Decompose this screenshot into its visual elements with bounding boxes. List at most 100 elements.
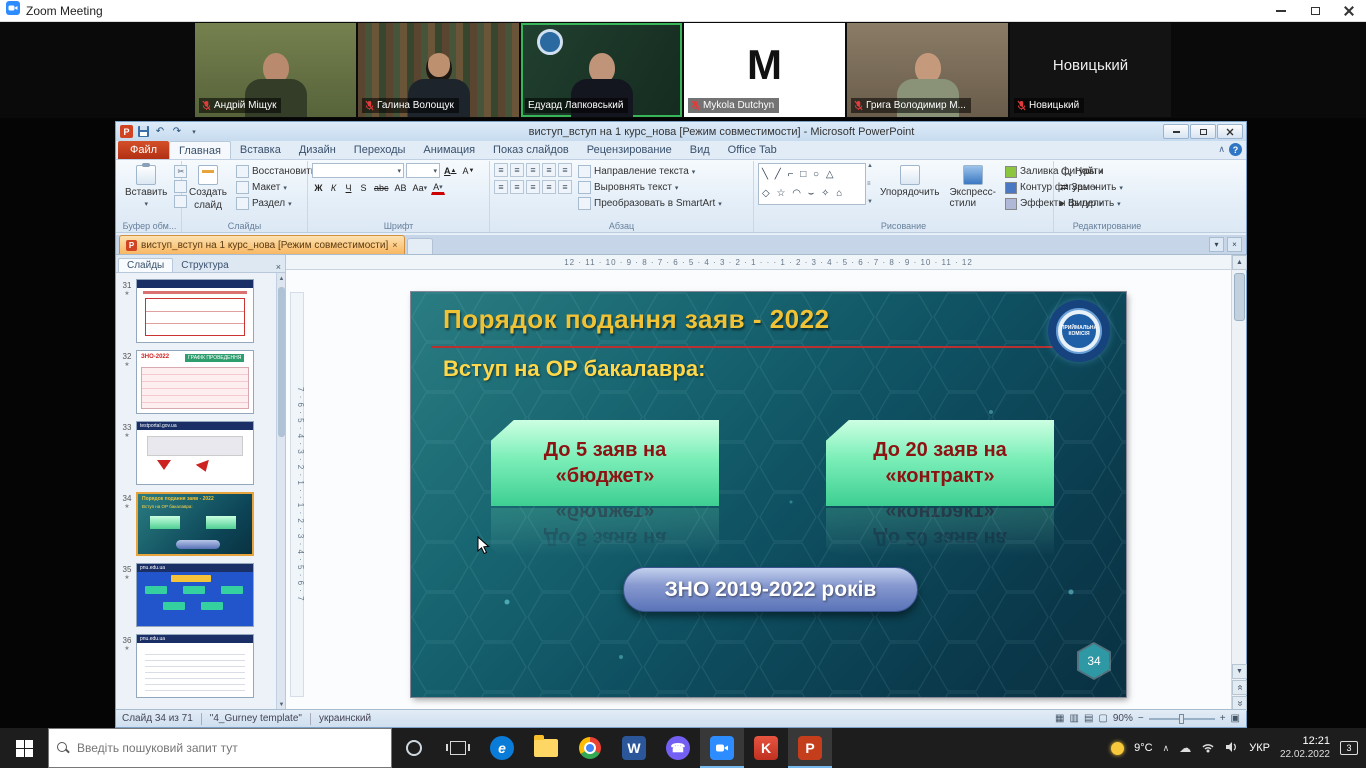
doc-tabbar-menu-icon[interactable]: ▾ [1209,237,1224,252]
shadow-button[interactable]: S [357,181,370,195]
redo-button[interactable]: ↷ [170,125,184,139]
help-icon[interactable]: ? [1229,143,1242,156]
layout-button[interactable]: Макет▾ [234,180,318,195]
group-label[interactable]: Абзац [494,220,749,232]
edge-taskbar-icon[interactable]: e [480,728,524,768]
chrome-taskbar-icon[interactable] [568,728,612,768]
powerpoint-taskbar-icon[interactable]: P [788,728,832,768]
bold-button[interactable]: Ж [312,181,325,195]
kmplayer-taskbar-icon[interactable]: K [744,728,788,768]
slide-counter[interactable]: Слайд 34 из 71 [122,713,193,724]
italic-button[interactable]: К [327,181,340,195]
underline-button[interactable]: Ч [342,181,355,195]
tab-insert[interactable]: Вставка [231,141,290,159]
group-label[interactable]: Буфер обм... [122,220,177,232]
doc-tabbar-close-icon[interactable]: × [1227,237,1242,252]
search-input[interactable] [77,741,383,755]
zoom-slider[interactable] [1149,718,1215,720]
panel-scroll-up-icon[interactable]: ▲ [277,273,286,285]
close-button[interactable] [1332,0,1366,22]
ppt-restore-button[interactable] [1190,124,1216,139]
previous-slide-button[interactable]: « [1232,680,1247,695]
zno-years-pill[interactable]: ЗНО 2019-2022 років [623,567,918,612]
slide-subtitle[interactable]: Вступ на ОР бакалавра: [443,356,705,382]
hidden-icons-chevron[interactable]: ∧ [1163,743,1170,754]
save-button[interactable] [136,125,150,139]
scroll-up-button[interactable]: ▲ [1232,255,1247,270]
panel-tab-slides[interactable]: Слайды [118,258,173,272]
panel-scroll-thumb[interactable] [278,287,285,437]
slide-thumbnail-31[interactable] [136,279,254,343]
strikethrough-button[interactable]: abc [372,181,391,195]
language-indicator[interactable]: украинский [319,713,371,724]
tab-office-tab[interactable]: Office Tab [719,141,786,159]
new-document-tab[interactable] [407,238,433,254]
columns-icon[interactable]: ≡ [558,180,572,194]
convert-smartart-button[interactable]: Преобразовать в SmartArt▾ [576,196,724,211]
font-color-button[interactable]: А▾ [431,181,445,195]
slideshow-view-icon[interactable]: ▢ [1098,713,1107,724]
maximize-button[interactable] [1298,0,1332,22]
participant-tile[interactable]: Галина Волощук [358,23,519,117]
vertical-scrollbar[interactable]: ▲ ▼ « » [1231,255,1246,711]
numbering-icon[interactable]: ≡ [510,163,524,177]
budget-applications-box[interactable]: До 5 заяв на «бюджет» [491,420,719,506]
word-taskbar-icon[interactable]: W [612,728,656,768]
shapes-gallery-scroll[interactable]: ▲≡▼ [867,163,873,205]
qat-dropdown-icon[interactable]: ▾ [187,125,201,139]
tab-file[interactable]: Файл [118,141,169,159]
restore-button[interactable]: Восстановить [234,164,318,179]
slide-sorter-view-icon[interactable]: ▥ [1069,713,1078,724]
group-label[interactable]: Слайды [186,220,303,232]
group-label[interactable]: Редактирование [1058,220,1156,232]
participant-tile[interactable]: Андрій Міщук [195,23,356,117]
slide-thumbnail-35[interactable]: pnu.edu.ua [136,563,254,627]
document-tab[interactable]: P виступ_вступ на 1 курс_нова [Режим сов… [119,235,405,254]
taskbar-clock[interactable]: 12:21 22.02.2022 [1280,735,1330,761]
normal-view-icon[interactable]: ▦ [1055,713,1064,724]
shapes-gallery[interactable]: ╲ ╱ ⌐ □ ○ △ ◇ ☆ ◠ ⌣ ✧ ⌂ [758,163,866,205]
language-indicator[interactable]: УКР [1249,742,1270,754]
arrange-button[interactable]: Упорядочить [877,163,943,200]
tab-transitions[interactable]: Переходы [345,141,415,159]
scroll-thumb[interactable] [1234,273,1245,321]
align-text-button[interactable]: Выровнять текст▾ [576,180,724,195]
slide-thumbnail-36[interactable]: pnu.edu.ua [136,634,254,698]
ppt-minimize-button[interactable] [1163,124,1189,139]
paste-dropdown-icon[interactable]: ▾ [144,200,148,208]
file-explorer-taskbar-icon[interactable] [524,728,568,768]
panel-tab-outline[interactable]: Структура [173,259,236,272]
participant-tile[interactable]: Новицький Новицький [1010,23,1171,117]
panel-close-icon[interactable]: × [276,262,281,272]
shrink-font-button[interactable]: А▼ [460,164,476,178]
slide-canvas[interactable]: Порядок подання заяв - 2022 ПРИЙМАЛЬНА К… [411,292,1126,697]
start-button[interactable] [0,728,48,768]
taskbar-search[interactable] [48,728,392,768]
zoom-percentage[interactable]: 90% [1113,713,1133,724]
tab-review[interactable]: Рецензирование [578,141,681,159]
participant-tile[interactable]: Едуард Лапковський [521,23,682,117]
tab-home[interactable]: Главная [169,141,231,159]
bullets-icon[interactable]: ≡ [494,163,508,177]
quick-styles-button[interactable]: Экспресс-стили [946,163,999,211]
slide-title[interactable]: Порядок подання заяв - 2022 [443,304,830,335]
change-case-button[interactable]: Аа▾ [411,181,430,195]
font-size-select[interactable]: ▾ [406,163,440,178]
task-view-button[interactable] [436,728,480,768]
zoom-taskbar-icon[interactable] [700,728,744,768]
justify-icon[interactable]: ≡ [542,180,556,194]
select-button[interactable]: ▸Выделить▾ [1058,196,1125,211]
group-label[interactable]: Шрифт [312,220,485,232]
participant-tile[interactable]: M Mykola Dutchyn [684,23,845,117]
reading-view-icon[interactable]: ▤ [1084,713,1093,724]
undo-button[interactable]: ↶ [153,125,167,139]
zoom-slider-knob[interactable] [1179,714,1184,724]
weather-temperature[interactable]: 9°C [1134,742,1152,754]
network-icon[interactable] [1201,741,1215,756]
viber-taskbar-icon[interactable]: ☎ [656,728,700,768]
minimize-button[interactable] [1264,0,1298,22]
char-spacing-button[interactable]: АВ [393,181,409,195]
line-spacing-icon[interactable]: ≡ [558,163,572,177]
find-button[interactable]: Найти [1058,164,1125,179]
align-right-icon[interactable]: ≡ [526,180,540,194]
